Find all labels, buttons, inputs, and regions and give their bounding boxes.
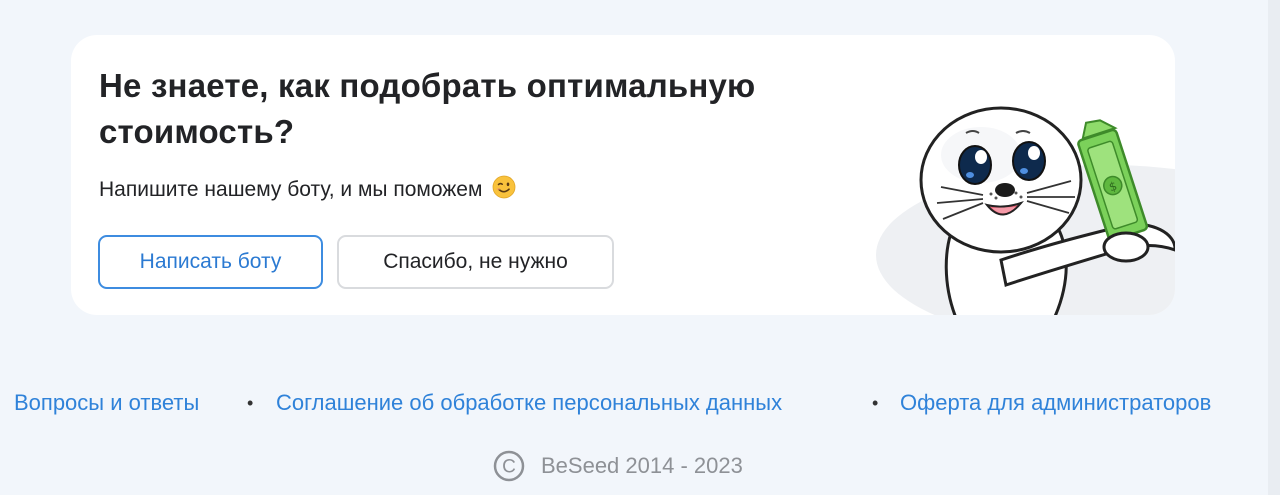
winking-face-emoji-icon [492,175,516,199]
personal-data-agreement-link[interactable]: Соглашение об обработке персональных дан… [276,386,782,420]
copyright-icon: C [493,450,525,482]
promo-subtitle: Напишите нашему боту, и мы поможем [99,175,516,204]
seal-mascot-illustration: $ [876,106,1175,315]
copyright: C BeSeed 2014 - 2023 [493,448,743,484]
write-to-bot-button[interactable]: Написать боту [98,235,323,289]
footer-separator: • [872,393,879,413]
footer-separator: • [247,393,254,413]
footer-links: Вопросы и ответы • Соглашение об обработ… [14,386,1264,420]
page-edge [1268,0,1280,495]
admin-offer-link[interactable]: Оферта для администраторов [900,386,1211,420]
faq-link[interactable]: Вопросы и ответы [14,386,199,420]
copyright-text: BeSeed 2014 - 2023 [541,453,743,478]
no-thanks-button[interactable]: Спасибо, не нужно [337,235,614,289]
promo-subtitle-text: Напишите нашему боту, и мы поможем [99,178,483,201]
promo-card: Не знаете, как подобрать оптимальную сто… [71,35,1175,315]
promo-title: Не знаете, как подобрать оптимальную сто… [99,67,756,150]
svg-text:C: C [502,457,516,478]
